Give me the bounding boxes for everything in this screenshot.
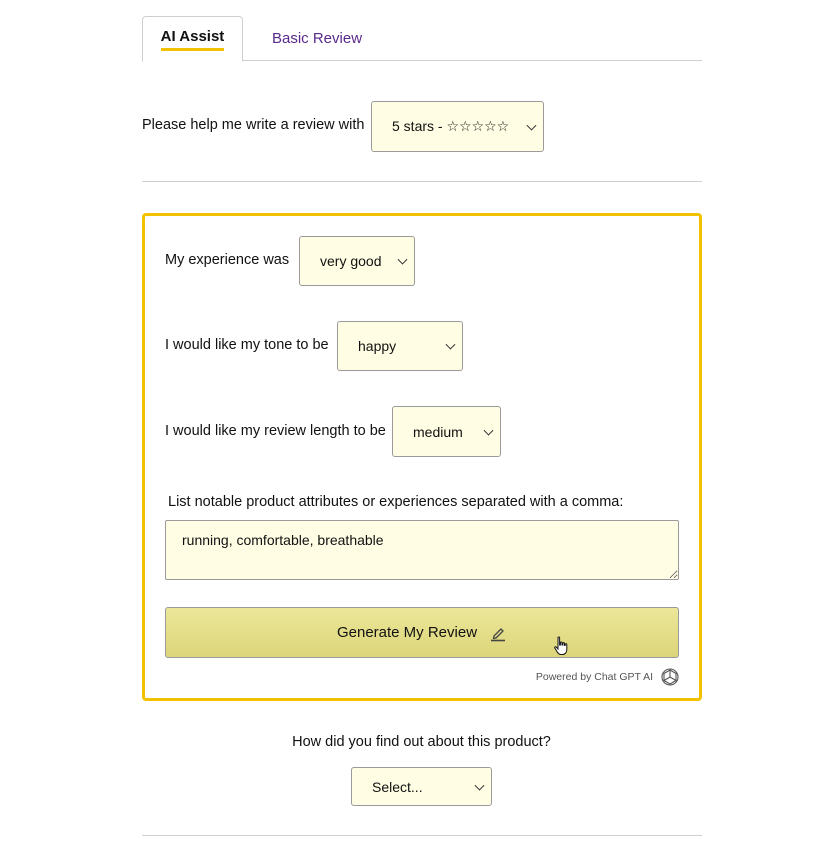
generate-review-label: Generate My Review (336, 624, 478, 641)
chevron-down-icon (474, 780, 485, 791)
footer-divider (142, 835, 702, 836)
rating-select-value: 5 stars - ☆☆☆☆☆ (392, 118, 510, 134)
chevron-down-icon (397, 254, 408, 265)
experience-label: My experience was (165, 252, 290, 268)
tab-ai-assist-label: AI Assist (160, 28, 225, 51)
section-divider (142, 181, 702, 182)
rating-select[interactable]: 5 stars - ☆☆☆☆☆ (371, 101, 544, 152)
tab-ai-assist[interactable]: AI Assist (142, 16, 243, 62)
rating-prompt-label: Please help me write a review with (142, 117, 365, 133)
tone-label: I would like my tone to be (165, 337, 329, 353)
chevron-down-icon (526, 120, 537, 131)
generate-review-button[interactable]: Generate My Review (165, 607, 679, 658)
source-question-label: How did you find out about this product? (292, 734, 551, 750)
attributes-textarea[interactable]: running, comfortable, breathable (165, 520, 679, 580)
length-label: I would like my review length to be (165, 423, 386, 439)
powered-by-text: Powered by Chat GPT AI (535, 671, 653, 683)
openai-logo-icon (660, 667, 680, 692)
chevron-down-icon (483, 425, 494, 436)
experience-select-value: very good (320, 253, 382, 269)
tab-basic-review[interactable]: Basic Review (260, 24, 374, 52)
length-select-value: medium (413, 423, 463, 440)
tone-select[interactable]: happy (337, 321, 463, 371)
source-select-value: Select... (372, 778, 423, 795)
tone-select-value: happy (358, 338, 397, 354)
chevron-down-icon (445, 339, 456, 350)
pencil-icon (489, 624, 507, 642)
hand-pointer-icon (553, 636, 571, 661)
length-select[interactable]: medium (392, 406, 501, 457)
attributes-label: List notable product attributes or exper… (168, 494, 624, 510)
experience-select[interactable]: very good (299, 236, 415, 286)
source-select[interactable]: Select... (351, 767, 492, 806)
